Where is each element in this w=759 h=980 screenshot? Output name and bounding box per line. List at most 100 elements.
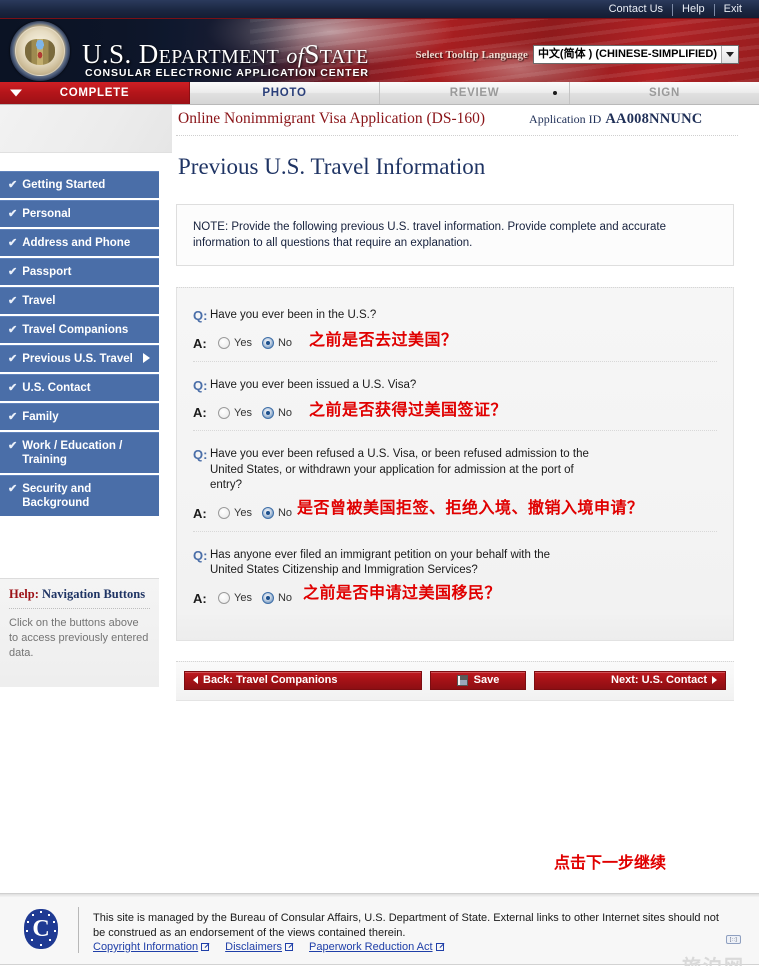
annotation-issued-visa: 之前是否获得过美国签证？ bbox=[309, 399, 508, 419]
logo-letter: C bbox=[32, 916, 50, 942]
tab-review[interactable]: REVIEW bbox=[380, 82, 570, 104]
radio-yes-input[interactable] bbox=[218, 592, 230, 604]
question-block-issued-visa: Q: Have you ever been issued a U.S. Visa… bbox=[193, 360, 717, 431]
radio-option-no[interactable]: No bbox=[261, 337, 293, 349]
note-panel: NOTE: Provide the following previous U.S… bbox=[176, 204, 734, 266]
question-letter: Q: bbox=[193, 308, 208, 323]
next-button-label: Next: U.S. Contact bbox=[611, 674, 707, 686]
application-id-value: AA008NNUNC bbox=[605, 111, 703, 127]
radio-yes-input[interactable] bbox=[218, 406, 230, 419]
tooltip-language-value: 中文(简体 ) (CHINESE-SIMPLIFIED) bbox=[537, 48, 717, 60]
banner-subtitle: CONSULAR ELECTRONIC APPLICATION CENTER bbox=[85, 67, 369, 79]
contact-us-link[interactable]: Contact Us bbox=[600, 0, 672, 19]
paperwork-reduction-act-link[interactable]: Paperwork Reduction Act bbox=[309, 941, 444, 953]
consular-affairs-logo-icon: C bbox=[24, 909, 58, 949]
sidebar-item-label: Travel Companions bbox=[22, 324, 129, 336]
radio-group-refused-visa[interactable]: Yes No bbox=[218, 507, 292, 519]
sidebar-item-work-education-training[interactable]: ✔ Work / Education / Training bbox=[0, 432, 159, 473]
question-row: Q: Have you ever been issued a U.S. Visa… bbox=[193, 378, 717, 394]
tab-complete[interactable]: COMPLETE bbox=[0, 82, 190, 104]
copyright-information-label: Copyright Information bbox=[93, 941, 199, 953]
radio-group-been-in-us[interactable]: Yes No bbox=[218, 337, 292, 349]
check-icon: ✔ bbox=[8, 483, 18, 495]
check-icon: ✔ bbox=[8, 266, 18, 278]
disclaimers-label: Disclaimers bbox=[225, 941, 283, 953]
tab-photo[interactable]: PHOTO bbox=[190, 82, 380, 104]
answer-letter: A: bbox=[193, 405, 207, 420]
radio-no-input[interactable] bbox=[261, 337, 274, 349]
sidebar-item-travel-companions[interactable]: ✔ Travel Companions bbox=[0, 316, 159, 343]
next-button[interactable]: Next: U.S. Contact bbox=[534, 670, 726, 690]
banner-title: U.S. DEPARTMENT ofSTATE bbox=[82, 39, 369, 70]
help-link[interactable]: Help bbox=[673, 0, 714, 19]
footer-text: This site is managed by the Bureau of Co… bbox=[93, 912, 719, 939]
radio-option-yes[interactable]: Yes bbox=[218, 592, 252, 604]
exit-link[interactable]: Exit bbox=[715, 0, 751, 19]
sidebar-item-security-and-background[interactable]: ✔ Security and Background bbox=[0, 475, 159, 516]
check-icon: ✔ bbox=[8, 353, 18, 365]
tab-photo-label: PHOTO bbox=[262, 87, 307, 99]
tab-sign[interactable]: SIGN bbox=[570, 82, 759, 104]
sidebar-item-address-and-phone[interactable]: ✔ Address and Phone bbox=[0, 229, 159, 256]
question-row: Q: Has anyone ever filed an immigrant pe… bbox=[193, 548, 717, 579]
radio-option-yes[interactable]: Yes bbox=[218, 406, 252, 419]
tab-complete-label: COMPLETE bbox=[59, 87, 130, 99]
radio-yes-input[interactable] bbox=[218, 337, 230, 349]
question-text: Have you ever been issued a U.S. Visa? bbox=[210, 378, 417, 391]
radio-option-no[interactable]: No bbox=[261, 592, 292, 604]
radio-group-immigrant-petition[interactable]: Yes No bbox=[218, 592, 292, 604]
radio-no-input[interactable] bbox=[261, 592, 274, 604]
radio-yes-input[interactable] bbox=[218, 507, 230, 519]
radio-no-label: No bbox=[277, 337, 293, 349]
application-id-label: Application ID bbox=[529, 112, 602, 126]
radio-option-yes[interactable]: Yes bbox=[218, 337, 252, 349]
radio-yes-label: Yes bbox=[234, 592, 252, 604]
department-of-state-seal-icon bbox=[10, 21, 70, 81]
radio-option-no[interactable]: No bbox=[261, 406, 292, 419]
sidebar-item-personal[interactable]: ✔ Personal bbox=[0, 200, 159, 227]
radio-yes-label: Yes bbox=[234, 507, 252, 519]
sidebar-item-travel[interactable]: ✔ Travel bbox=[0, 287, 159, 314]
check-icon: ✔ bbox=[8, 411, 18, 423]
sidebar-item-getting-started[interactable]: ✔ Getting Started bbox=[0, 171, 159, 198]
radio-yes-label: Yes bbox=[234, 406, 252, 419]
sidebar-item-us-contact[interactable]: ✔ U.S. Contact bbox=[0, 374, 159, 401]
sidebar-item-label: U.S. Contact bbox=[22, 382, 91, 394]
disclaimers-link[interactable]: Disclaimers bbox=[225, 941, 294, 953]
question-letter: Q: bbox=[193, 547, 208, 563]
radio-group-issued-visa[interactable]: Yes No bbox=[218, 406, 292, 419]
site-banner: U.S. DEPARTMENT ofSTATE CONSULAR ELECTRO… bbox=[0, 19, 759, 82]
chevron-down-icon[interactable] bbox=[721, 46, 738, 63]
top-utility-links: Contact Us Help Exit bbox=[600, 0, 751, 19]
sidebar-item-label: Personal bbox=[22, 208, 71, 220]
tab-sign-label: SIGN bbox=[649, 87, 680, 99]
check-icon: ✔ bbox=[8, 440, 18, 452]
check-icon: ✔ bbox=[8, 179, 18, 191]
tooltip-language-control[interactable]: Select Tooltip Language 中文(简体 ) (CHINESE… bbox=[415, 45, 739, 64]
answer-letter: A: bbox=[193, 505, 207, 521]
question-block-refused-visa: Q: Have you ever been refused a U.S. Vis… bbox=[193, 430, 717, 531]
banner-title-us: U.S. D bbox=[82, 39, 159, 69]
tooltip-language-select[interactable]: 中文(简体 ) (CHINESE-SIMPLIFIED) bbox=[532, 45, 739, 64]
sidebar-item-previous-us-travel[interactable]: ✔ Previous U.S. Travel bbox=[0, 345, 159, 372]
banner-title-of: of bbox=[286, 43, 305, 68]
note-text: NOTE: Provide the following previous U.S… bbox=[193, 221, 666, 249]
external-link-icon bbox=[435, 943, 444, 951]
question-block-been-in-us: Q: Have you ever been in the U.S.? A: Ye… bbox=[193, 304, 717, 361]
radio-option-yes[interactable]: Yes bbox=[218, 507, 252, 519]
help-title-highlight: Help: bbox=[9, 587, 39, 601]
caret-down-icon bbox=[10, 89, 22, 97]
radio-no-input[interactable] bbox=[261, 406, 274, 419]
save-button[interactable]: Save bbox=[430, 670, 526, 690]
question-row: Q: Have you ever been refused a U.S. Vis… bbox=[193, 447, 717, 494]
radio-no-input[interactable] bbox=[261, 507, 274, 519]
sidebar-item-passport[interactable]: ✔ Passport bbox=[0, 258, 159, 285]
back-button[interactable]: Back: Travel Companions bbox=[184, 670, 422, 690]
question-block-immigrant-petition: Q: Has anyone ever filed an immigrant pe… bbox=[193, 530, 717, 616]
help-panel: Help: Navigation Buttons Click on the bu… bbox=[0, 578, 159, 687]
application-header: Online Nonimmigrant Visa Application (DS… bbox=[176, 105, 738, 136]
radio-option-no[interactable]: No bbox=[261, 507, 292, 519]
sidebar-item-family[interactable]: ✔ Family bbox=[0, 403, 159, 430]
navigation-button-bar: Back: Travel Companions Save Next: U.S. … bbox=[176, 660, 734, 701]
copyright-information-link[interactable]: Copyright Information bbox=[93, 941, 210, 953]
